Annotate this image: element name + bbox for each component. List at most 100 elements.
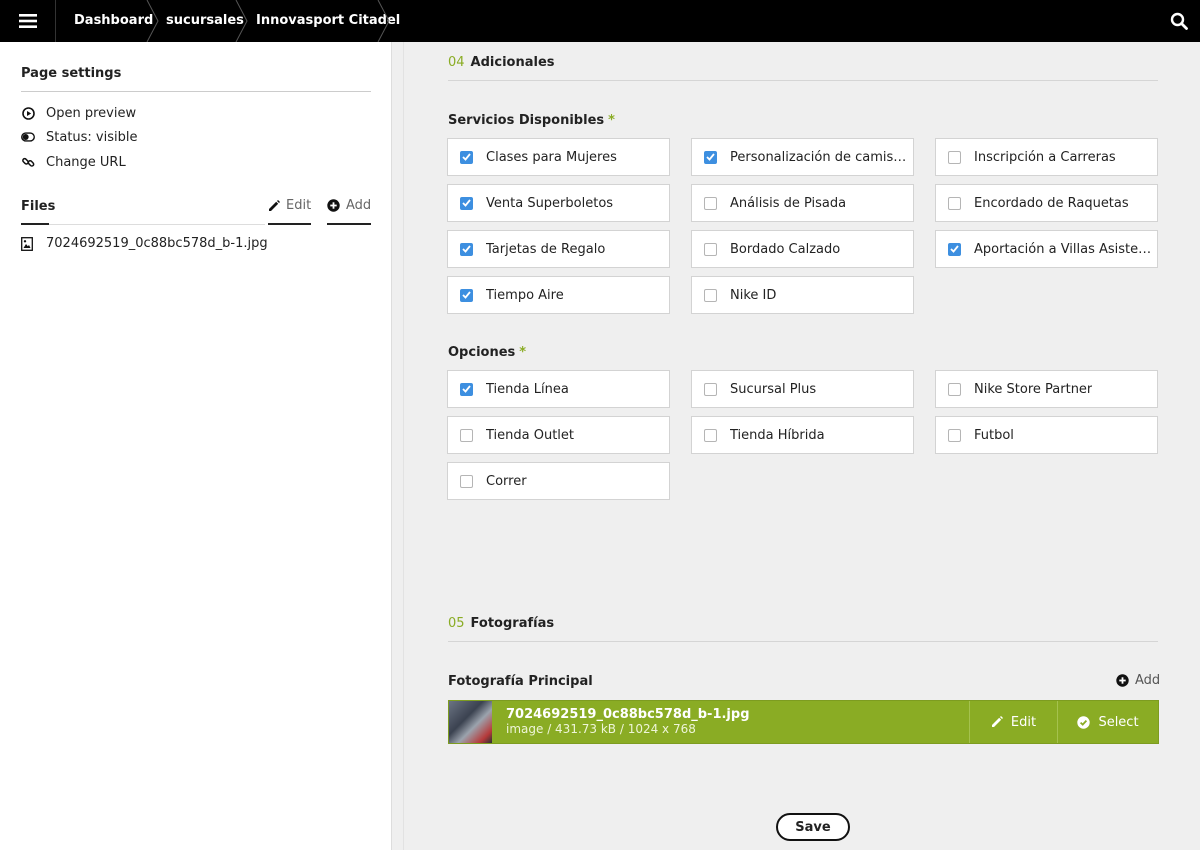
save-button[interactable]: Save [776,813,850,841]
photo-file-row: 7024692519_0c88bc578d_b-1.jpg image / 43… [448,700,1159,744]
section-number: 04 [448,55,465,70]
checkbox-checked-icon [460,150,473,164]
checkbox-venta-superboletos[interactable]: Venta Superboletos [447,184,670,222]
checkbox-checked-icon [460,242,473,256]
play-circle-icon [21,106,35,120]
menu-button[interactable] [0,0,56,42]
checkbox-bordado-calzado[interactable]: Bordado Calzado [691,230,914,268]
checkbox-label: Personalización de camisetas [730,149,913,165]
checkbox-analisis-pisada[interactable]: Análisis de Pisada [691,184,914,222]
checkbox-label: Nike ID [730,287,777,303]
file-list-item[interactable]: 7024692519_0c88bc578d_b-1.jpg [21,236,268,251]
checkbox-unchecked-icon [704,288,717,302]
sidebar: Page settings Open preview Status: visib… [0,42,392,850]
add-photo-label: Add [1135,673,1161,688]
checkbox-label: Sucursal Plus [730,381,817,397]
checkbox-tienda-linea[interactable]: Tienda Línea [447,370,670,408]
opciones-label-text: Opciones [448,345,516,360]
fotografia-principal-label: Fotografía Principal [448,674,593,689]
section-title: Fotografías [470,616,555,631]
section-number: 05 [448,616,465,631]
checkbox-futbol[interactable]: Futbol [935,416,1158,454]
checkbox-label: Tarjetas de Regalo [486,241,606,257]
checkbox-unchecked-icon [948,428,961,442]
section-adicionales-heading: 04 Adicionales [448,55,555,70]
checkbox-unchecked-icon [704,382,717,396]
link-icon [21,155,35,169]
checkbox-unchecked-icon [704,196,717,210]
search-icon [1170,12,1188,30]
checkbox-aportacion-villas[interactable]: Aportación a Villas Asistenci… [935,230,1158,268]
photo-select-button[interactable]: Select [1057,701,1158,743]
checkbox-unchecked-icon [948,150,961,164]
checkbox-label: Aportación a Villas Asistenci… [974,241,1157,257]
add-photo-button[interactable]: Add [1116,673,1160,688]
image-file-icon [21,236,35,251]
top-bar: Dashboard sucursales Innovasport Citadel [0,0,1200,42]
add-tab-underline [327,223,371,225]
photo-thumbnail[interactable] [449,701,492,743]
checkbox-label: Análisis de Pisada [730,195,847,211]
photo-edit-button[interactable]: Edit [969,701,1057,743]
checkbox-correr[interactable]: Correr [447,462,670,500]
status-toggle[interactable]: Status: visible [21,128,138,146]
checkbox-label: Nike Store Partner [974,381,1093,397]
divider [21,91,371,92]
files-edit-button[interactable]: Edit [268,198,311,213]
checkbox-inscripcion-carreras[interactable]: Inscripción a Carreras [935,138,1158,176]
photo-file-info: 7024692519_0c88bc578d_b-1.jpg image / 43… [492,701,969,743]
open-preview-link[interactable]: Open preview [21,104,136,122]
checkbox-clases-para-mujeres[interactable]: Clases para Mujeres [447,138,670,176]
opciones-label: Opciones * [448,345,526,360]
photo-file-name: 7024692519_0c88bc578d_b-1.jpg [506,707,750,722]
edit-tab-underline [268,223,311,225]
search-button[interactable] [1158,0,1200,42]
checkbox-unchecked-icon [704,242,717,256]
check-circle-icon [1077,715,1091,729]
pencil-icon [268,199,280,212]
checkbox-unchecked-icon [948,196,961,210]
toggle-icon [21,130,35,144]
section-fotografias-heading: 05 Fotografías [448,616,554,631]
file-name: 7024692519_0c88bc578d_b-1.jpg [46,236,268,251]
servicios-label: Servicios Disponibles * [448,113,615,128]
change-url-link[interactable]: Change URL [21,153,126,171]
checkbox-label: Futbol [974,427,1014,443]
required-marker: * [519,345,527,360]
checkbox-personalizacion-camisetas[interactable]: Personalización de camisetas [691,138,914,176]
files-edit-label: Edit [286,198,312,213]
checkbox-unchecked-icon [460,428,473,442]
files-add-button[interactable]: Add [327,198,371,213]
servicios-label-text: Servicios Disponibles [448,113,605,128]
checkbox-label: Inscripción a Carreras [974,149,1116,165]
checkbox-nike-store-partner[interactable]: Nike Store Partner [935,370,1158,408]
checkbox-label: Tienda Outlet [486,427,575,443]
checkbox-label: Clases para Mujeres [486,149,617,165]
breadcrumb-separator [377,0,390,42]
breadcrumb-separator [146,0,159,42]
pencil-icon [991,716,1003,728]
checkbox-encordado-raquetas[interactable]: Encordado de Raquetas [935,184,1158,222]
checkbox-sucursal-plus[interactable]: Sucursal Plus [691,370,914,408]
checkbox-tienda-outlet[interactable]: Tienda Outlet [447,416,670,454]
checkbox-tienda-hibrida[interactable]: Tienda Híbrida [691,416,914,454]
divider [448,641,1158,642]
checkbox-label: Venta Superboletos [486,195,614,211]
checkbox-label: Encordado de Raquetas [974,195,1129,211]
checkbox-label: Correr [486,473,527,489]
checkbox-nike-id[interactable]: Nike ID [691,276,914,314]
checkbox-checked-icon [460,288,473,302]
files-tab-underline [21,223,49,225]
checkbox-tarjetas-regalo[interactable]: Tarjetas de Regalo [447,230,670,268]
page-settings-title: Page settings [21,66,122,81]
breadcrumb-separator [235,0,248,42]
breadcrumb-dashboard[interactable]: Dashboard [74,0,153,42]
checkbox-checked-icon [460,196,473,210]
checkbox-unchecked-icon [704,428,717,442]
checkbox-tiempo-aire[interactable]: Tiempo Aire [447,276,670,314]
breadcrumb-sucursales[interactable]: sucursales [166,0,244,42]
checkbox-unchecked-icon [460,474,473,488]
checkbox-checked-icon [460,382,473,396]
checkbox-checked-icon [948,242,961,256]
open-preview-label: Open preview [46,105,137,121]
